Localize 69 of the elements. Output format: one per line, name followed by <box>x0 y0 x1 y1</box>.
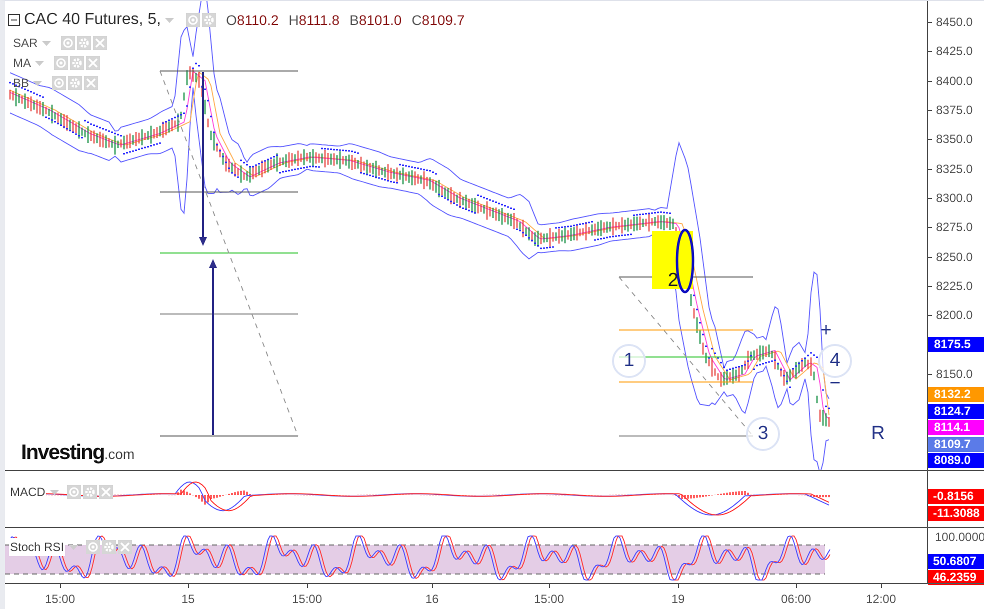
axis-label: 8250.0 <box>936 250 973 264</box>
caret-icon[interactable] <box>33 80 42 86</box>
gear-icon[interactable] <box>83 485 98 499</box>
ellipse-mark <box>676 228 694 294</box>
axis-label: 8225.0 <box>936 278 973 293</box>
eye-icon[interactable] <box>54 56 68 70</box>
ohlc-value: O8110.2 <box>226 10 279 30</box>
logo-suffix: .com <box>104 445 135 464</box>
circle-label: 1 <box>612 344 646 378</box>
eye-icon[interactable] <box>67 485 82 499</box>
text-label: R <box>870 423 886 445</box>
eye-icon[interactable] <box>186 13 200 27</box>
circle-label: 4 <box>818 344 852 378</box>
close-icon[interactable] <box>86 56 100 70</box>
gear-icon[interactable] <box>70 56 84 70</box>
value-marker: 50.6807 <box>928 554 984 569</box>
axis-label: 8400.0 <box>936 74 973 88</box>
price-marker: 8089.0 <box>928 453 984 468</box>
price-marker: 8132.2 <box>928 387 984 402</box>
caret-icon[interactable] <box>50 490 60 494</box>
gear-icon[interactable] <box>102 540 116 554</box>
gear-icon[interactable] <box>68 76 82 90</box>
close-icon[interactable] <box>118 540 132 554</box>
value-marker: 46.2359 <box>928 570 984 585</box>
value-marker: -0.8156 <box>928 489 984 504</box>
indicator-label: MA <box>13 55 31 72</box>
indicator-label: Stoch RSI <box>9 538 66 556</box>
indicator-label: BB <box>13 75 30 92</box>
time-label: 15 <box>181 591 195 608</box>
time-label: 15:00 <box>292 591 322 608</box>
close-icon[interactable] <box>92 36 107 50</box>
time-label: 16 <box>425 591 439 608</box>
axis-label: 8300.0 <box>936 190 973 205</box>
eye-icon[interactable] <box>52 76 66 90</box>
eye-icon[interactable] <box>60 36 75 50</box>
ohlc-value: C8109.7 <box>412 10 465 30</box>
axis-label: 8325.0 <box>936 162 973 176</box>
time-label: 15:00 <box>534 591 564 608</box>
ohlc-value: B8101.0 <box>350 10 402 30</box>
axis-label: 8375.0 <box>936 102 973 117</box>
time-label: 06:00 <box>780 591 812 608</box>
close-icon[interactable] <box>84 76 98 90</box>
axis-label: 8425.0 <box>936 44 973 58</box>
time-label: 19 <box>671 591 685 608</box>
ohlc-value: H8111.8 <box>288 10 340 30</box>
circle-label: 3 <box>746 417 780 451</box>
text-label: + <box>819 320 833 342</box>
axis-label: 8450.0 <box>936 15 973 29</box>
time-label: 12:00 <box>866 591 896 608</box>
axis-label: 8200.0 <box>936 308 973 322</box>
collapse-icon[interactable] <box>8 14 20 26</box>
gear-icon[interactable] <box>76 36 91 50</box>
close-icon[interactable] <box>99 485 114 499</box>
indicator-label: SAR <box>13 35 38 52</box>
price-marker: 8175.5 <box>928 336 984 352</box>
chart-title: CAC 40 Futures, 5, <box>24 10 161 30</box>
number-label: 2 <box>666 270 680 292</box>
price-marker: 8124.7 <box>928 404 984 419</box>
eye-icon[interactable] <box>86 540 100 554</box>
time-label: 15:00 <box>44 591 76 608</box>
axis-label: 8275.0 <box>936 220 973 234</box>
logo-wordmark: Investing <box>21 440 104 466</box>
gear-icon[interactable] <box>202 13 216 27</box>
axis-label: 8350.0 <box>936 132 973 146</box>
value-marker: -11.3088 <box>928 506 984 521</box>
price-marker: 8114.1 <box>928 420 984 436</box>
price-marker: 8109.7 <box>928 436 984 452</box>
axis-label: 8150.0 <box>936 366 973 381</box>
caret-icon[interactable] <box>69 544 78 550</box>
